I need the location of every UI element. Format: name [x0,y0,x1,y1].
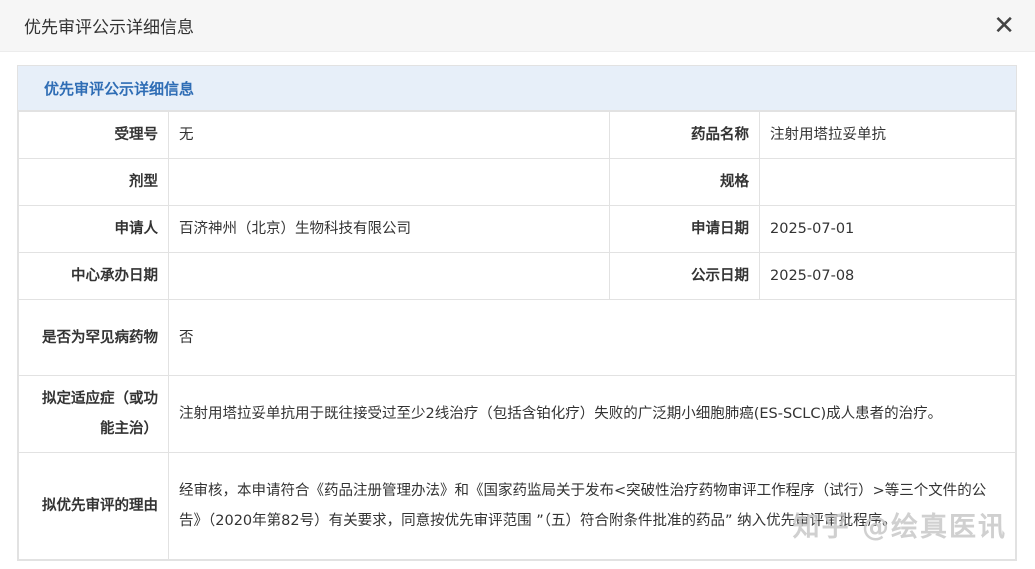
section-title: 优先审评公示详细信息 [18,66,1016,111]
table-row: 中心承办日期 公示日期 2025-07-08 [18,252,1016,300]
field-label: 规格 [609,158,760,206]
field-label: 拟定适应症（或功能主治） [18,375,169,453]
field-label: 申请日期 [609,205,760,253]
table-row: 受理号 无 药品名称 注射用塔拉妥单抗 [18,111,1016,159]
apply-date-value: 2025-07-01 [759,205,1016,253]
table-row: 申请人 百济神州（北京）生物科技有限公司 申请日期 2025-07-01 [18,205,1016,253]
accept-no-value: 无 [168,111,610,159]
field-label: 公示日期 [609,252,760,300]
detail-panel: 优先审评公示详细信息 受理号 无 药品名称 注射用塔拉妥单抗 剂型 规格 申请人… [17,65,1017,561]
spec-value [759,158,1016,206]
watermark: 知乎 @绘真医讯 [792,512,1007,543]
center-date-value [168,252,610,300]
field-label: 中心承办日期 [18,252,169,300]
indication-value: 注射用塔拉妥单抗用于既往接受过至少2线治疗（包括含铂化疗）失败的广泛期小细胞肺癌… [168,375,1016,453]
drug-name-value: 注射用塔拉妥单抗 [759,111,1016,159]
dialog-header: 优先审评公示详细信息 ✕ [0,0,1035,52]
field-label: 剂型 [18,158,169,206]
detail-table: 受理号 无 药品名称 注射用塔拉妥单抗 剂型 规格 申请人 百济神州（北京）生物… [18,111,1016,560]
field-label: 受理号 [18,111,169,159]
applicant-value: 百济神州（北京）生物科技有限公司 [168,205,610,253]
dosage-form-value [168,158,610,206]
close-icon[interactable]: ✕ [993,13,1015,39]
field-label: 药品名称 [609,111,760,159]
table-row: 是否为罕见病药物 否 [18,299,1016,376]
publish-date-value: 2025-07-08 [759,252,1016,300]
dialog-title: 优先审评公示详细信息 [24,18,194,38]
field-label: 申请人 [18,205,169,253]
rare-disease-value: 否 [168,299,1016,376]
field-label: 是否为罕见病药物 [18,299,169,376]
field-label: 拟优先审评的理由 [18,452,169,560]
table-row: 拟定适应症（或功能主治） 注射用塔拉妥单抗用于既往接受过至少2线治疗（包括含铂化… [18,375,1016,453]
table-row: 剂型 规格 [18,158,1016,206]
